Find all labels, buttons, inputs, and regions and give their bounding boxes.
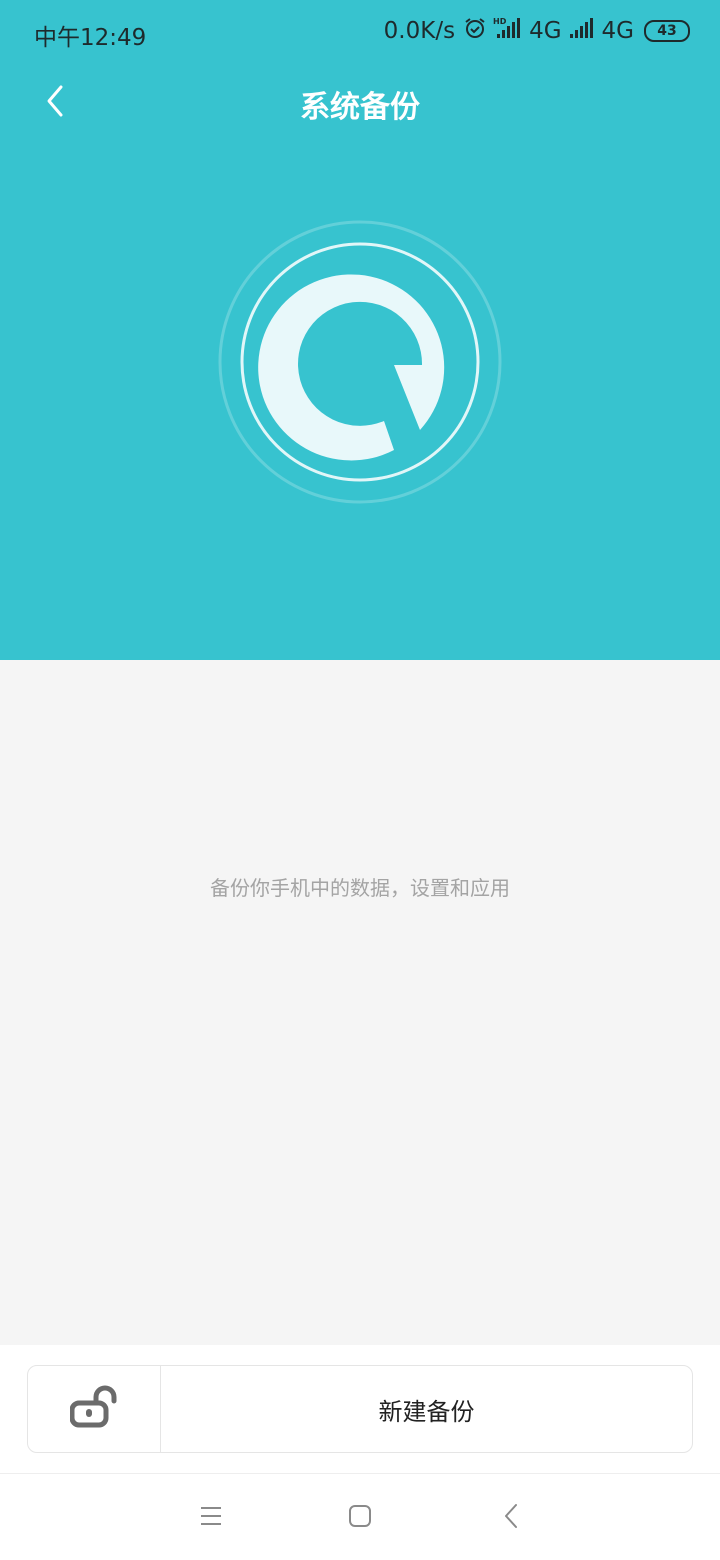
action-card: 新建备份 [27,1365,693,1453]
unlock-icon [69,1385,118,1433]
back-icon [503,1503,519,1533]
encrypt-toggle-button[interactable] [28,1366,161,1452]
sim1-network: 4G [529,18,562,44]
header: 系统备份 [0,66,720,138]
backup-logo [218,220,502,504]
backup-description: 备份你手机中的数据，设置和应用 [210,876,510,900]
net-speed: 0.0K/s [383,18,456,44]
alarm-icon [463,16,487,46]
status-indicators: 0.0K/s HD 4G 4G 43 [384,16,690,46]
system-navigation-bar [0,1473,720,1560]
home-button[interactable] [340,1500,380,1536]
bottom-action-bar: 新建备份 [0,1345,720,1473]
svg-text:HD: HD [493,17,507,26]
hd-signal-icon: HD [493,16,523,46]
system-back-button[interactable] [491,1500,531,1536]
battery-indicator: 43 [644,20,690,42]
new-backup-button[interactable]: 新建备份 [161,1366,692,1452]
status-time: 中午12:49 [34,25,147,51]
menu-button[interactable] [191,1500,231,1536]
backup-logo-icon [218,220,502,508]
sim2-network: 4G [601,18,634,44]
menu-icon [199,1505,223,1531]
status-bar: 中午12:49 0.0K/s HD 4G 4G 43 [0,0,720,66]
home-icon [348,1504,372,1532]
page-title: 系统备份 [300,90,420,125]
signal-icon [568,16,596,46]
